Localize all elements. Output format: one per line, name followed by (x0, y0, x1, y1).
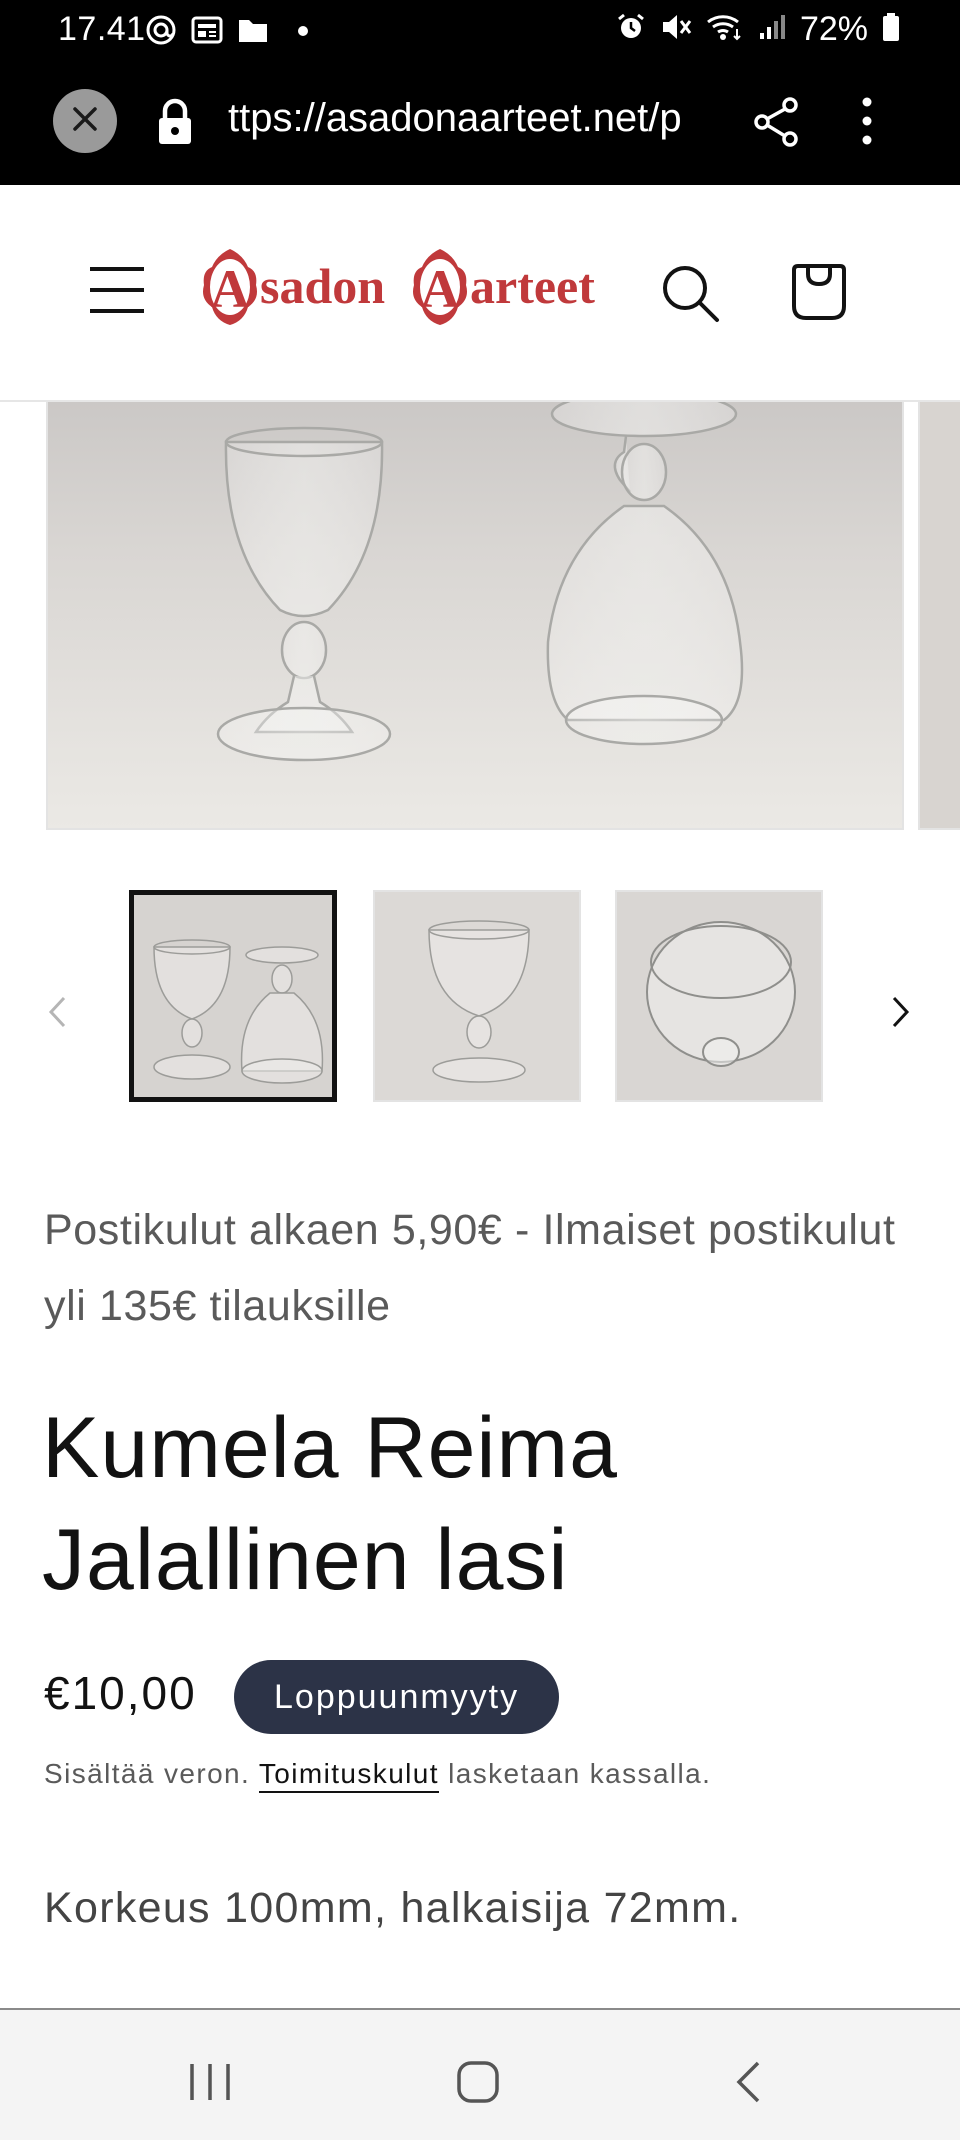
back-icon[interactable] (734, 2060, 762, 2109)
more-vertical-icon[interactable] (860, 94, 874, 153)
logo-badge-2: A (413, 249, 467, 325)
next-slide-peek[interactable] (918, 402, 960, 830)
close-icon (70, 104, 100, 139)
status-left-icons (145, 14, 309, 51)
home-icon[interactable] (456, 2060, 500, 2109)
chevron-right-icon[interactable] (888, 995, 912, 1034)
dot-icon (297, 24, 309, 42)
close-tab-button[interactable] (53, 89, 117, 153)
mute-icon (660, 12, 692, 47)
share-icon[interactable] (752, 96, 800, 153)
status-right: 72% (616, 10, 900, 49)
logo-badge-1: A (203, 249, 257, 325)
url-bar[interactable]: ttps://asadonaarteet.net/p (228, 96, 716, 141)
shipping-note: Postikulut alkaen 5,90€ - Ilmaiset posti… (44, 1206, 896, 1330)
battery-percent: 72% (799, 10, 868, 48)
logo-word-1: sadon (260, 258, 385, 314)
signal-icon (758, 13, 786, 46)
product-price: €10,00 (44, 1667, 197, 1719)
tax-note-prefix: Sisältää veron. (44, 1758, 251, 1789)
alarm-icon (616, 12, 646, 47)
news-icon (191, 15, 223, 50)
thumbnail-1[interactable] (129, 890, 337, 1102)
browser-toolbar: ttps://asadonaarteet.net/p (0, 62, 960, 185)
chevron-left-icon[interactable] (46, 995, 70, 1034)
thumbnail-2[interactable] (373, 890, 581, 1102)
thumbnail-3[interactable] (615, 890, 823, 1102)
product-description: Korkeus 100mm, halkaisija 72mm. (44, 1884, 742, 1932)
product-title: Kumela Reima Jalallinen lasi (42, 1400, 618, 1608)
recents-icon[interactable] (188, 2062, 232, 2107)
site-header: A sadon A arteet (0, 185, 960, 402)
battery-icon (882, 12, 900, 47)
search-icon[interactable] (660, 263, 720, 328)
menu-icon[interactable] (88, 265, 146, 320)
lock-icon[interactable] (155, 98, 195, 151)
logo-word-2: arteet (470, 258, 595, 314)
at-sign-icon (145, 14, 177, 51)
folder-icon (237, 16, 269, 49)
status-bar: 17.41 72% (0, 0, 960, 62)
wifi-icon (706, 12, 744, 47)
site-logo[interactable]: A sadon A arteet (200, 247, 608, 327)
shipping-policy-link[interactable]: Toimituskulut (258, 1758, 439, 1793)
status-time: 17.41 (58, 10, 146, 48)
tax-note: Sisältää veron. Toimituskulut lasketaan … (44, 1758, 712, 1793)
cart-icon[interactable] (788, 260, 850, 327)
logo-letter-2: A (421, 259, 460, 319)
logo-letter-1: A (211, 259, 250, 319)
system-nav-bar (0, 2008, 960, 2140)
sold-out-badge: Loppuunmyyty (234, 1660, 560, 1734)
tax-note-suffix: lasketaan kassalla. (448, 1758, 712, 1789)
product-main-image[interactable] (46, 402, 904, 830)
